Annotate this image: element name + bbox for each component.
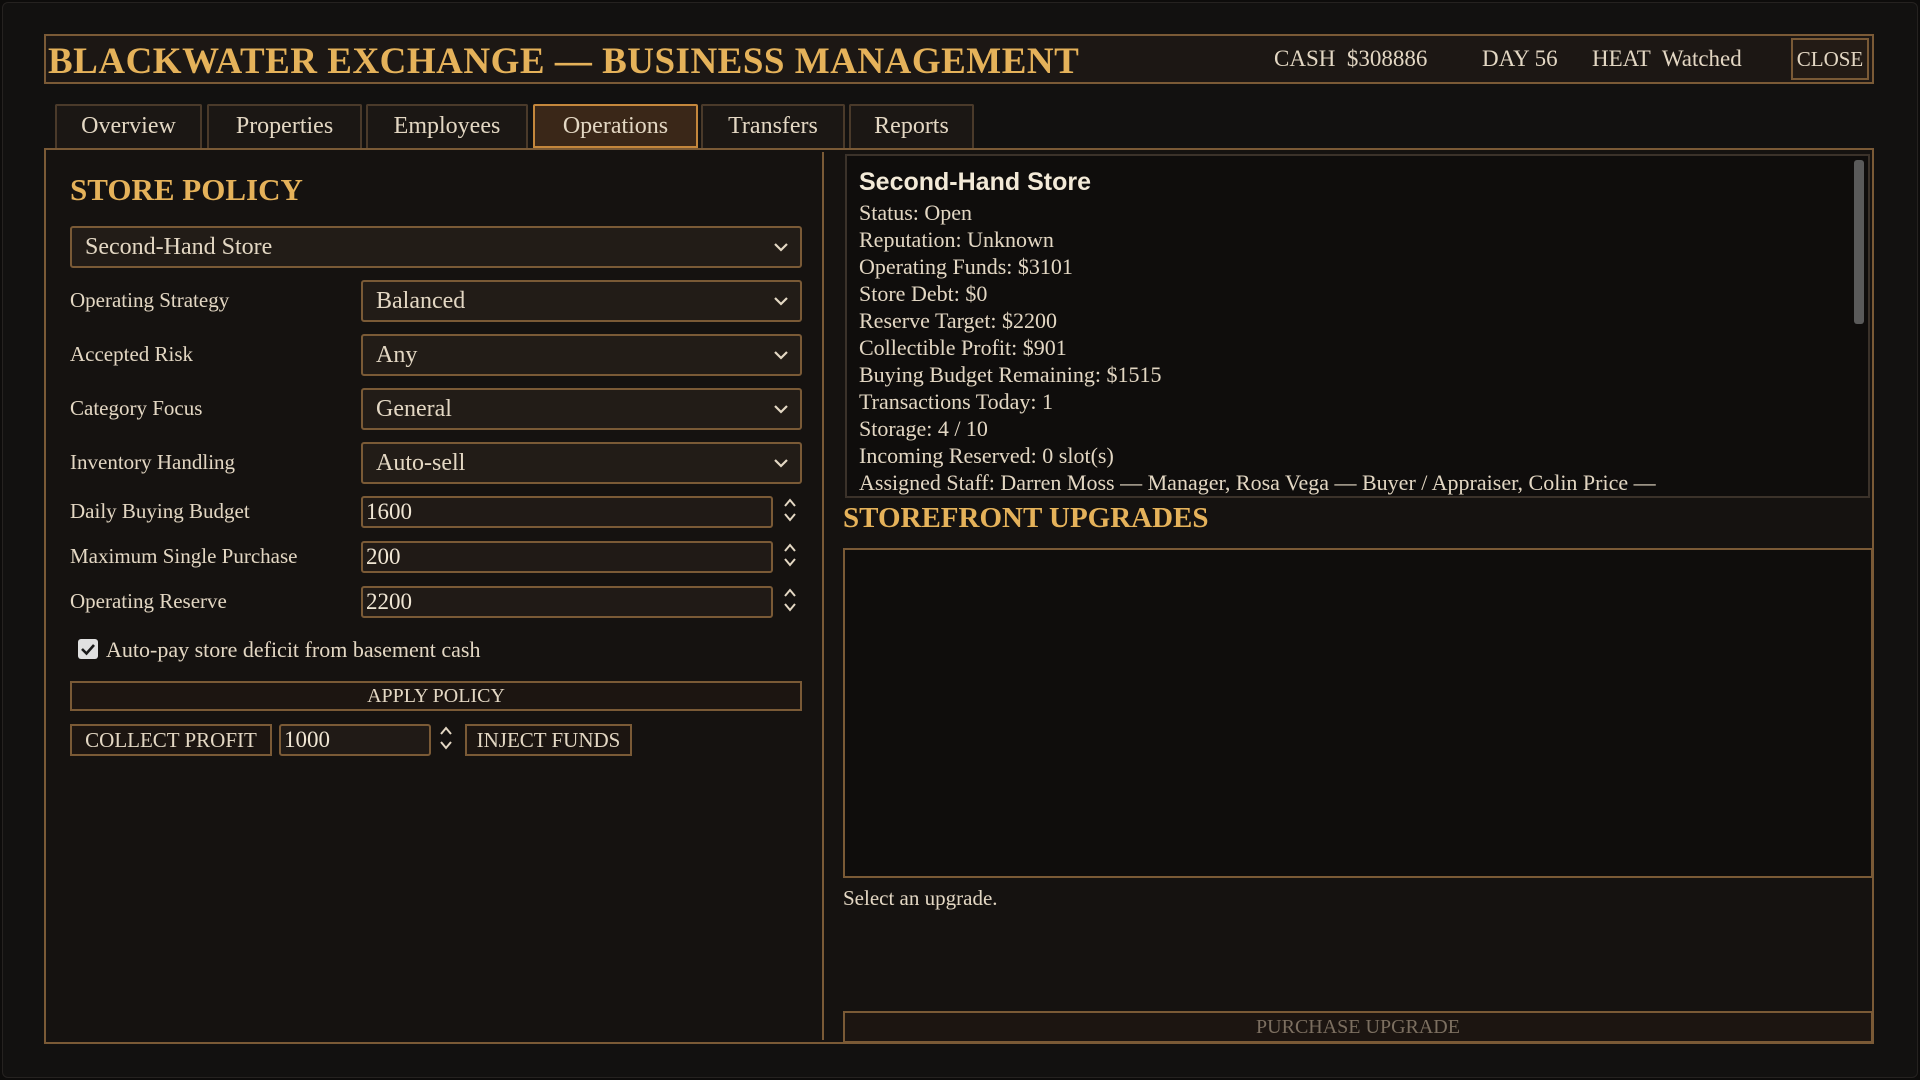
max-single-purchase-input[interactable]: 200 [361, 541, 773, 573]
tab-properties[interactable]: Properties [207, 104, 362, 148]
day-readout: DAY 56 [1482, 46, 1558, 72]
tab-operations[interactable]: Operations [533, 104, 698, 148]
spinner-arrows-icon[interactable] [783, 587, 797, 613]
apply-policy-button[interactable]: APPLY POLICY [70, 681, 802, 711]
heat-value: Watched [1661, 46, 1742, 71]
accepted-risk-value: Any [376, 342, 418, 368]
collect-profit-button[interactable]: COLLECT PROFIT [70, 724, 272, 756]
operating-reserve-input[interactable]: 2200 [361, 586, 773, 618]
operating-strategy-label: Operating Strategy [70, 288, 230, 312]
accepted-risk-label: Accepted Risk [70, 342, 194, 366]
store-info-name: Second-Hand Store [859, 168, 1091, 196]
day-label: DAY [1482, 46, 1529, 71]
autopay-checkbox[interactable] [78, 639, 98, 659]
store-info-line: Reputation: Unknown [859, 227, 1054, 252]
max-single-purchase-label: Maximum Single Purchase [70, 544, 298, 568]
heat-readout: HEAT Watched [1592, 46, 1742, 72]
category-focus-select[interactable]: General [361, 388, 802, 430]
upgrade-hint: Select an upgrade. [843, 886, 998, 910]
tab-overview[interactable]: Overview [55, 104, 202, 148]
inventory-handling-select[interactable]: Auto-sell [361, 442, 802, 484]
chevron-down-icon [774, 459, 788, 468]
store-select[interactable]: Second-Hand Store [70, 226, 802, 268]
close-button[interactable]: CLOSE [1791, 38, 1869, 80]
accepted-risk-select[interactable]: Any [361, 334, 802, 376]
store-select-value: Second-Hand Store [85, 234, 273, 260]
scrollbar-thumb[interactable] [1854, 160, 1864, 324]
category-focus-value: General [376, 396, 452, 422]
spinner-arrows-icon[interactable] [439, 725, 453, 751]
cash-label: CASH [1274, 46, 1336, 71]
inject-funds-button[interactable]: INJECT FUNDS [465, 724, 632, 756]
tab-transfers[interactable]: Transfers [701, 104, 845, 148]
store-info-line: Store Debt: $0 [859, 281, 988, 306]
storefront-upgrades-heading: STOREFRONT UPGRADES [843, 502, 1209, 534]
cash-value: $308886 [1346, 46, 1428, 71]
tab-employees[interactable]: Employees [366, 104, 528, 148]
store-info-line: Storage: 4 / 10 [859, 416, 988, 441]
autopay-label: Auto-pay store deficit from basement cas… [106, 637, 481, 662]
tab-reports[interactable]: Reports [849, 104, 974, 148]
daily-buying-budget-input[interactable]: 1600 [361, 496, 773, 528]
store-info-line: Transactions Today: 1 [859, 389, 1054, 414]
store-info-line: Operating Funds: $3101 [859, 254, 1073, 279]
transfer-amount-input[interactable]: 1000 [279, 724, 431, 756]
heat-label: HEAT [1592, 46, 1651, 71]
store-info-line: Collectible Profit: $901 [859, 335, 1067, 360]
chevron-down-icon [774, 405, 788, 414]
chevron-down-icon [774, 351, 788, 360]
window-title: BLACKWATER EXCHANGE — BUSINESS MANAGEMEN… [48, 41, 1080, 82]
operating-strategy-select[interactable]: Balanced [361, 280, 802, 322]
operating-strategy-value: Balanced [376, 288, 466, 314]
category-focus-label: Category Focus [70, 396, 203, 420]
store-info-panel: Second-Hand Store Status: Open Reputatio… [845, 154, 1870, 498]
chevron-down-icon [774, 243, 788, 252]
store-info-line: Buying Budget Remaining: $1515 [859, 362, 1162, 387]
purchase-upgrade-button[interactable]: PURCHASE UPGRADE [843, 1011, 1873, 1043]
title-bar: BLACKWATER EXCHANGE — BUSINESS MANAGEMEN… [44, 34, 1874, 84]
store-info-line: Incoming Reserved: 0 slot(s) [859, 443, 1114, 468]
store-info-line: Status: Open [859, 200, 973, 225]
spinner-arrows-icon[interactable] [783, 542, 797, 568]
chevron-down-icon [774, 297, 788, 306]
inventory-handling-value: Auto-sell [376, 450, 466, 476]
store-info-line: Assigned Staff: Darren Moss — Manager, R… [859, 470, 1656, 495]
checkmark-icon [81, 644, 95, 656]
store-info-line: Reserve Target: $2200 [859, 308, 1058, 333]
inventory-handling-label: Inventory Handling [70, 450, 236, 474]
cash-readout: CASH $308886 [1274, 46, 1427, 72]
spinner-arrows-icon[interactable] [783, 497, 797, 523]
daily-buying-budget-label: Daily Buying Budget [70, 499, 250, 523]
upgrades-list[interactable] [843, 548, 1873, 878]
store-policy-heading: STORE POLICY [70, 172, 303, 207]
day-value: 56 [1534, 46, 1558, 71]
operating-reserve-label: Operating Reserve [70, 589, 227, 613]
